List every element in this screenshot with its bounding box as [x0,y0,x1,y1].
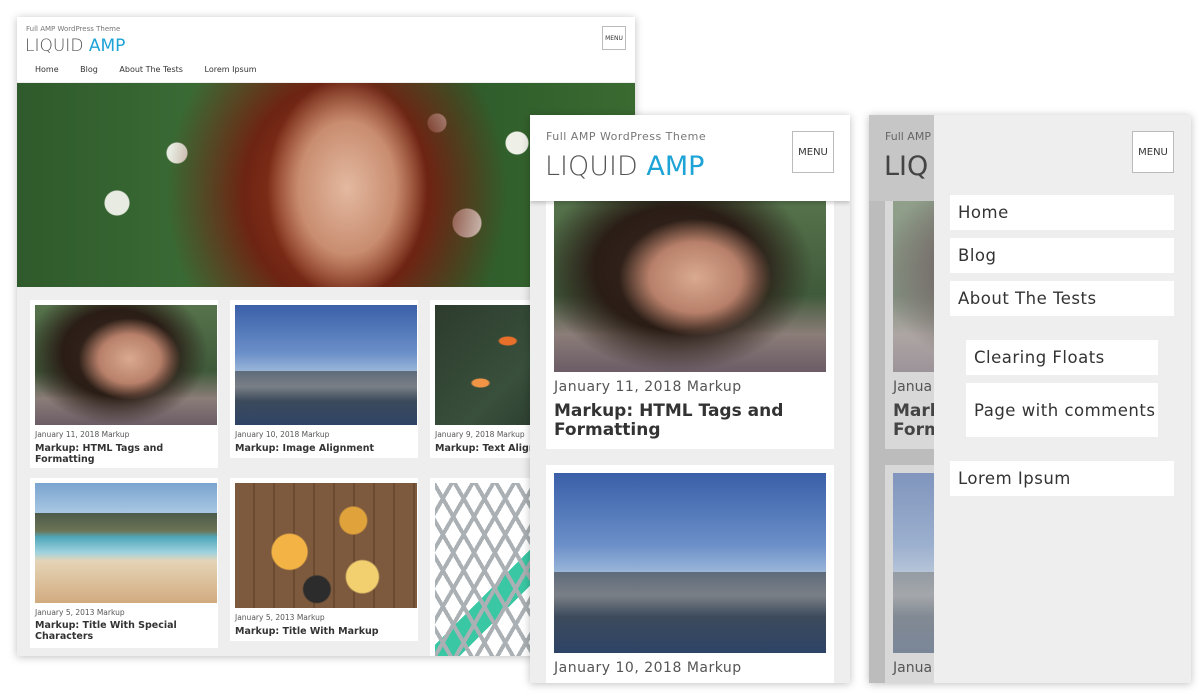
nav-item-about-the-tests[interactable]: About The Tests [119,65,183,74]
menu-button[interactable]: MENU [792,131,834,173]
nav-item-blog[interactable]: Blog [80,65,98,74]
dimmed-post-meta: Janua [893,379,933,395]
submenu-item-clearing-floats[interactable]: Clearing Floats [966,340,1158,375]
post-thumbnail[interactable] [235,483,417,608]
post-title[interactable]: Markup: HTML Tags and Formatting [554,402,826,440]
logo-accent-text: AMP [88,36,126,56]
dimmed-logo: LIQ [884,151,929,182]
menu-button[interactable]: MENU [602,26,626,50]
post-thumbnail[interactable] [35,483,217,603]
post-card[interactable]: January 11, 2018 Markup Markup: HTML Tag… [546,185,834,449]
nav-item-home[interactable]: Home [35,65,59,74]
menu-item-lorem-ipsum[interactable]: Lorem Ipsum [950,461,1174,496]
post-card[interactable]: January 10, 2018 Markup Markup: Image Al… [230,300,418,458]
post-meta: January 10, 2018 Markup [235,430,330,439]
post-card[interactable]: January 10, 2018 Markup [546,465,834,683]
site-tagline: Full AMP WordPress Theme [26,25,121,33]
nav-item-lorem-ipsum[interactable]: Lorem Ipsum [205,65,257,74]
post-meta: January 11, 2018 Markup [35,430,130,439]
post-meta: January 5, 2013 Markup [235,613,325,622]
menu-item-blog[interactable]: Blog [950,238,1174,273]
menu-item-about-the-tests[interactable]: About The Tests [950,281,1174,316]
mobile-preview: Full AMP WordPress Theme LIQUID AMP MENU… [530,115,850,683]
dimmed-tagline: Full AMP [885,130,931,143]
post-thumbnail[interactable] [35,305,217,425]
post-title[interactable]: Markup: Title With Special Characters [35,620,215,642]
site-header: Full AMP WordPress Theme LIQUID AMP MENU… [17,17,635,82]
post-thumbnail[interactable] [554,473,826,653]
post-card[interactable]: January 5, 2013 Markup Markup: Title Wit… [230,478,418,641]
post-meta: January 5, 2013 Markup [35,608,125,617]
submenu-item-page-with-comments[interactable]: Page with comments [966,383,1158,437]
post-title[interactable]: Markup: HTML Tags and Formatting [35,443,215,465]
menu-item-home[interactable]: Home [950,195,1174,230]
post-card[interactable]: January 5, 2013 Markup Markup: Title Wit… [30,478,218,648]
logo-text: LIQUID [545,151,638,182]
post-thumbnail[interactable] [554,200,826,372]
logo-text: LIQUID [25,36,84,56]
main-nav: Home Blog About The Tests Lorem Ipsum [35,65,276,74]
site-logo[interactable]: LIQUID AMP [545,151,704,182]
post-title[interactable]: Markup: Image Alignment [235,443,415,454]
post-thumbnail[interactable] [235,305,417,425]
site-logo[interactable]: LIQUID AMP [25,36,125,56]
site-tagline: Full AMP WordPress Theme [546,130,707,143]
menu-button[interactable]: MENU [1132,131,1174,173]
dimmed-post-meta: Janua [893,660,933,676]
post-title[interactable]: Markup: Title With Markup [235,626,415,637]
mobile-site-header: Full AMP WordPress Theme LIQUID AMP MENU [530,115,850,201]
post-meta: January 11, 2018 Markup [554,379,742,395]
menu-drawer: MENU Home Blog About The Tests Clearing … [934,115,1191,683]
post-card[interactable]: January 11, 2018 Markup Markup: HTML Tag… [30,300,218,468]
menu-open-preview: Full AMP LIQ Janua Mark Form Janua MENU … [869,115,1191,683]
logo-accent-text: AMP [646,151,705,182]
post-meta: January 9, 2018 Markup [435,430,525,439]
post-meta: January 10, 2018 Markup [554,660,742,676]
